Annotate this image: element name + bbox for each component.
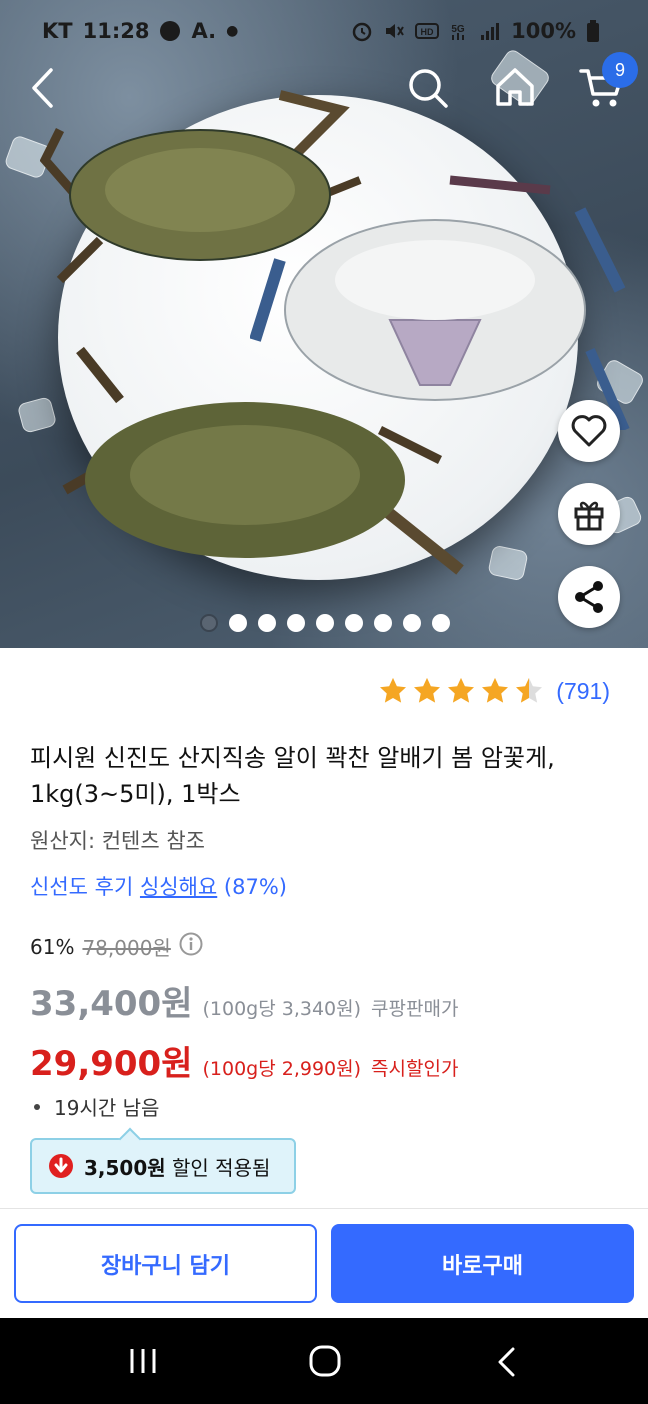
pagination-dot[interactable] bbox=[287, 614, 305, 632]
5g-icon: 5G bbox=[447, 20, 469, 42]
recent-apps-icon bbox=[130, 1349, 156, 1373]
discount-rate: 61% bbox=[30, 934, 75, 959]
system-back-button[interactable] bbox=[494, 1346, 518, 1382]
alarm-icon bbox=[351, 20, 373, 42]
freshness-value: 싱싱해요 bbox=[139, 875, 218, 899]
product-title-line1: 피시원 신진도 산지직송 알이 꽉찬 알배기 봄 암꽃게, bbox=[30, 744, 555, 772]
pagination-dot[interactable] bbox=[432, 614, 450, 632]
crab-image-bottom bbox=[62, 346, 464, 575]
pagination-dot[interactable] bbox=[345, 614, 363, 632]
wishlist-button[interactable] bbox=[558, 400, 620, 462]
divider bbox=[0, 1208, 648, 1209]
hd-icon: HD bbox=[415, 20, 440, 42]
coupon-text: 3,500원 할인 적용됨 bbox=[84, 1152, 270, 1181]
star-icon bbox=[516, 677, 543, 703]
freshness-label: 신선도 후기 bbox=[30, 875, 140, 899]
time-remaining: 19시간 남음 bbox=[34, 1092, 159, 1121]
instant-price-tag: 즉시할인가 bbox=[371, 1058, 459, 1080]
star-icon bbox=[380, 677, 407, 703]
pagination-dot[interactable] bbox=[229, 614, 247, 632]
product-title-line2: 1kg(3~5미), 1박스 bbox=[30, 780, 241, 808]
gift-icon bbox=[574, 501, 604, 531]
cart-count-badge: 9 bbox=[602, 52, 638, 88]
pagination-dot[interactable] bbox=[403, 614, 421, 632]
coupang-price: 33,400원 bbox=[30, 984, 193, 1024]
pagination-dot[interactable] bbox=[258, 614, 276, 632]
instant-price: 29,900원 bbox=[30, 1044, 193, 1084]
extra-label: A. bbox=[191, 19, 217, 43]
mute-icon bbox=[383, 20, 405, 42]
review-count[interactable]: (791) bbox=[556, 678, 610, 705]
coupon-amount: 3,500원 bbox=[84, 1155, 166, 1180]
home-icon bbox=[496, 68, 534, 106]
back-button[interactable] bbox=[26, 66, 60, 114]
signal-icon bbox=[479, 20, 501, 42]
bullet-icon bbox=[34, 1103, 40, 1110]
down-arrow-circle-icon bbox=[49, 1154, 73, 1178]
origin-info: 원산지: 컨텐츠 참조 bbox=[30, 829, 205, 853]
back-chevron-icon bbox=[498, 1347, 515, 1377]
system-navigation-bar bbox=[0, 1318, 648, 1404]
info-icon bbox=[179, 932, 203, 956]
battery-percent: 100% bbox=[511, 19, 576, 43]
carrier-label: KT bbox=[42, 19, 73, 43]
coupang-price-tag: 쿠팡판매가 bbox=[371, 998, 459, 1020]
share-button[interactable] bbox=[558, 566, 620, 628]
search-icon bbox=[409, 69, 448, 108]
pagination-dot[interactable] bbox=[374, 614, 392, 632]
instant-unit-price: (100g당 2,990원) bbox=[202, 1058, 362, 1080]
home-circle-icon bbox=[309, 1345, 341, 1377]
rating-row[interactable]: (791) bbox=[378, 676, 610, 706]
rating-stars bbox=[378, 676, 544, 706]
info-button[interactable] bbox=[179, 932, 203, 961]
battery-icon bbox=[586, 20, 608, 42]
add-to-cart-button[interactable]: 장바구니 담기 bbox=[14, 1224, 317, 1303]
coupang-unit-price: (100g당 3,340원) bbox=[202, 998, 362, 1020]
recent-apps-button[interactable] bbox=[128, 1346, 158, 1380]
coupon-applied-box: 3,500원 할인 적용됨 bbox=[30, 1127, 296, 1194]
product-image-gallery[interactable]: KT 11:28 A. ● HD 5G 100% 9 bbox=[0, 0, 648, 648]
home-system-button[interactable] bbox=[308, 1344, 342, 1382]
coupang-price-row: 33,400원 (100g당 3,340원) 쿠팡판매가 bbox=[30, 976, 458, 1025]
pagination-dot[interactable] bbox=[200, 614, 218, 632]
ice-cube-decoration bbox=[16, 396, 58, 434]
svg-text:HD: HD bbox=[421, 27, 434, 37]
clock: 11:28 bbox=[82, 19, 150, 43]
coupon-label: 할인 적용됨 bbox=[165, 1155, 271, 1180]
buy-now-button[interactable]: 바로구매 bbox=[331, 1224, 634, 1303]
tooltip-arrow bbox=[118, 1127, 142, 1151]
ice-cube-decoration bbox=[487, 544, 529, 582]
original-price: 78,000원 bbox=[82, 936, 171, 960]
image-pagination[interactable] bbox=[200, 614, 450, 632]
home-button[interactable] bbox=[492, 64, 538, 114]
instant-price-row: 29,900원 (100g당 2,990원) 즉시할인가 bbox=[30, 1036, 458, 1085]
star-icon bbox=[414, 677, 441, 703]
star-icon bbox=[482, 677, 509, 703]
status-bar: KT 11:28 A. ● HD 5G 100% bbox=[0, 0, 648, 62]
freshness-review[interactable]: 신선도 후기 싱싱해요 (87%) bbox=[30, 871, 287, 901]
dot-icon: ● bbox=[226, 23, 239, 39]
discount-row: 61% 78,000원 bbox=[30, 932, 203, 961]
search-button[interactable] bbox=[406, 66, 450, 114]
pagination-dot[interactable] bbox=[316, 614, 334, 632]
gift-button[interactable] bbox=[558, 483, 620, 545]
time-remaining-text: 19시간 남음 bbox=[54, 1096, 160, 1120]
star-icon bbox=[448, 677, 475, 703]
share-icon bbox=[575, 581, 603, 613]
back-arrow-icon bbox=[32, 68, 53, 108]
product-title: 피시원 신진도 산지직송 알이 꽉찬 알배기 봄 암꽃게, 1kg(3~5미),… bbox=[30, 740, 620, 812]
heart-icon bbox=[571, 415, 607, 447]
freshness-percent: (87%) bbox=[217, 875, 287, 899]
notification-icon bbox=[159, 20, 181, 42]
